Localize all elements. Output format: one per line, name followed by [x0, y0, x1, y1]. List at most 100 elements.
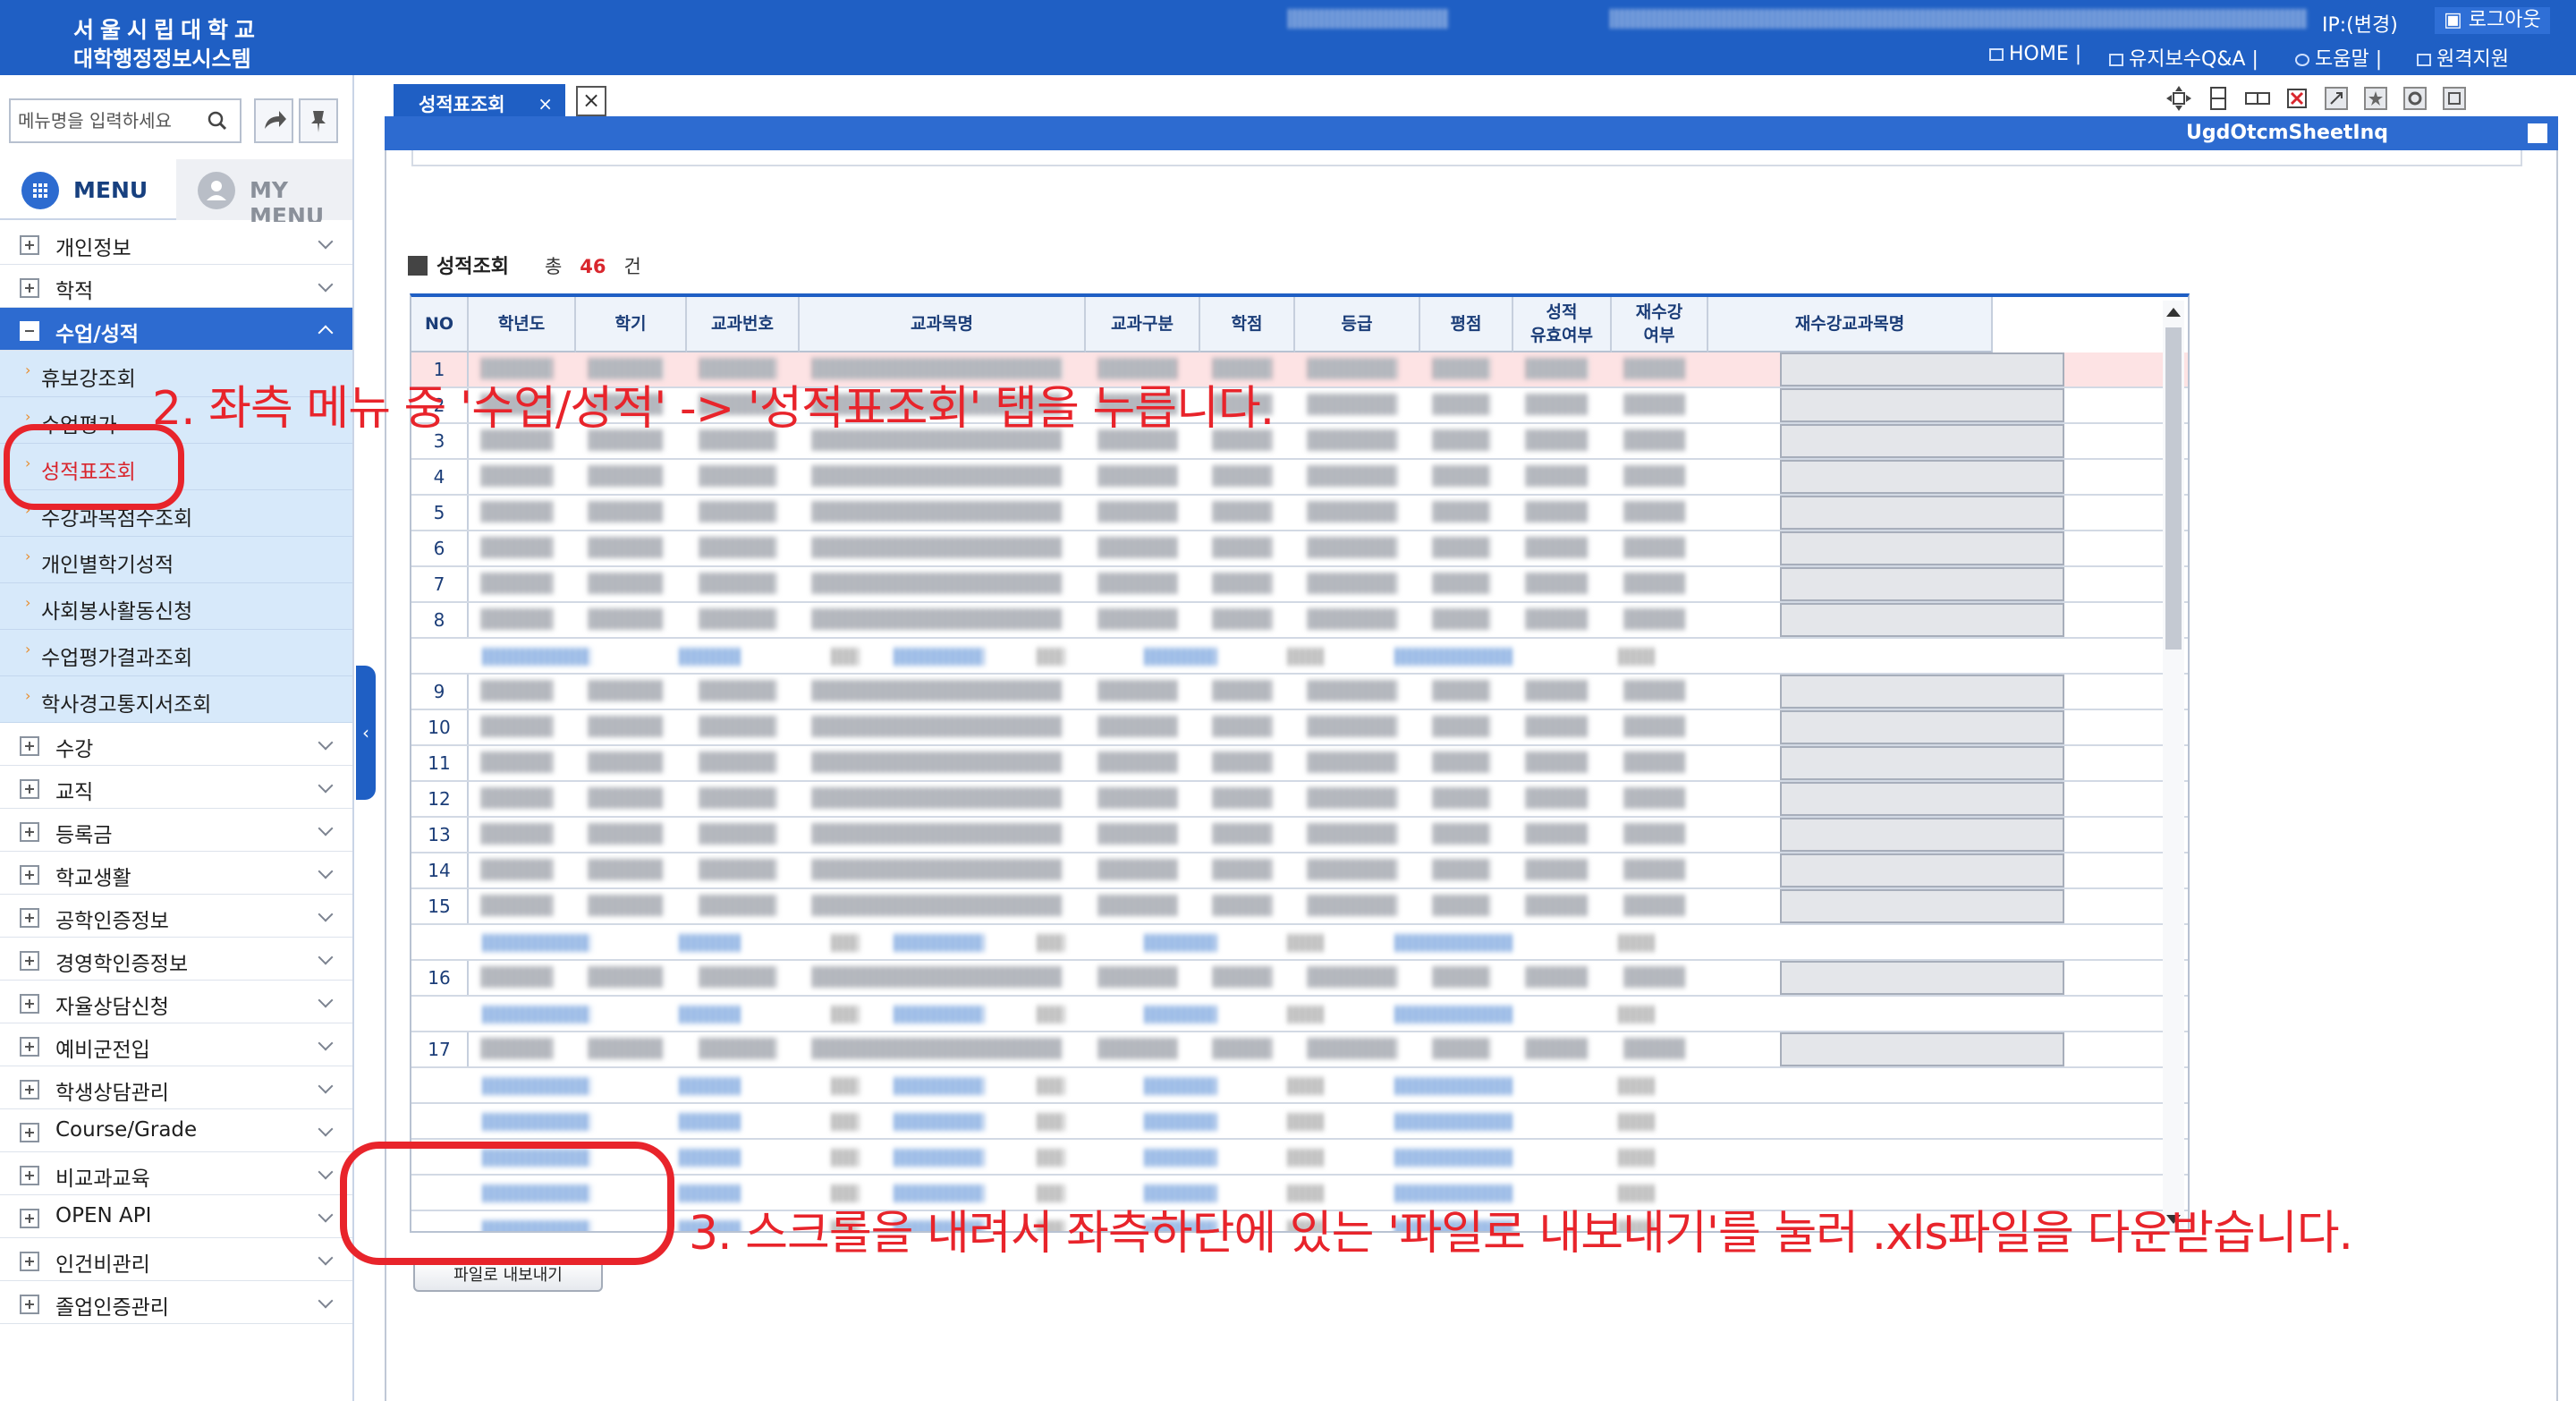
- scroll-thumb[interactable]: [2165, 327, 2182, 650]
- close-tab-icon[interactable]: ×: [538, 93, 553, 115]
- search-icon[interactable]: [208, 111, 227, 131]
- table-row[interactable]: 15: [411, 889, 2188, 925]
- row-number: 10: [411, 710, 469, 744]
- table-row[interactable]: 12: [411, 782, 2188, 818]
- redacted-summary: [1145, 1149, 1216, 1167]
- count-suffix: 건: [623, 256, 641, 277]
- column-header[interactable]: 교과목명: [800, 297, 1086, 352]
- column-header[interactable]: 학년도: [469, 297, 576, 352]
- logout-button[interactable]: ▣ 로그아웃: [2435, 7, 2550, 34]
- sidebar-collapse-handle[interactable]: ‹: [356, 666, 376, 800]
- sidebar-item[interactable]: 학생상담관리: [0, 1066, 352, 1109]
- sidebar-item[interactable]: 공학인증정보: [0, 895, 352, 938]
- table-row[interactable]: 7: [411, 567, 2188, 603]
- column-header[interactable]: 교과구분: [1086, 297, 1200, 352]
- column-header[interactable]: 교과번호: [687, 297, 800, 352]
- split-horizontal-icon[interactable]: [2243, 84, 2272, 113]
- popup-window-icon[interactable]: [2528, 123, 2547, 143]
- sidebar-item[interactable]: 학교생활: [0, 852, 352, 895]
- window-icon[interactable]: [2440, 84, 2469, 113]
- qna-link[interactable]: 유지보수Q&A |: [2109, 43, 2258, 72]
- redacted-cell: [699, 501, 776, 522]
- grid-scrollbar[interactable]: [2163, 301, 2184, 1231]
- column-header[interactable]: 성적 유효여부: [1513, 297, 1612, 352]
- close-all-tabs-button[interactable]: ×: [576, 86, 606, 116]
- tab-grade-sheet[interactable]: 성적표조회 ×: [394, 84, 565, 120]
- tab-menu[interactable]: MENU: [0, 159, 176, 220]
- column-header[interactable]: 학점: [1200, 297, 1295, 352]
- submenu-item[interactable]: › 개인별학기성적: [0, 537, 352, 583]
- submenu-item[interactable]: › 수업평가결과조회: [0, 630, 352, 676]
- submenu-item[interactable]: › 사회봉사활동신청: [0, 583, 352, 630]
- share-button[interactable]: [254, 98, 293, 143]
- table-row[interactable]: 13: [411, 818, 2188, 853]
- table-row[interactable]: 5: [411, 496, 2188, 531]
- sidebar-item-label: 자율상담신청: [55, 996, 169, 1019]
- redacted-cell: [589, 537, 664, 558]
- sidebar-item[interactable]: 자율상담신청: [0, 981, 352, 1023]
- submenu-item-label: 개인별학기성적: [41, 554, 174, 577]
- redacted-cell: [699, 787, 776, 809]
- column-header[interactable]: 학기: [576, 297, 687, 352]
- column-header[interactable]: NO: [411, 297, 469, 352]
- submenu-item[interactable]: › 학사경고통지서조회: [0, 676, 352, 723]
- remote-support-link[interactable]: 원격지원: [2417, 43, 2509, 72]
- table-row[interactable]: 16: [411, 961, 2188, 997]
- table-row[interactable]: 17: [411, 1032, 2188, 1068]
- lock-icon: ▣: [2444, 9, 2469, 31]
- pin-button[interactable]: [299, 98, 338, 143]
- sidebar-item[interactable]: 인건비관리: [0, 1238, 352, 1281]
- sidebar-item[interactable]: OPEN API: [0, 1195, 352, 1238]
- sidebar-item[interactable]: 학적: [0, 265, 352, 308]
- menu-tabs: MENU MY MENU: [0, 159, 352, 229]
- sidebar-item[interactable]: 개인정보: [0, 222, 352, 265]
- move-icon[interactable]: [2165, 84, 2193, 113]
- table-row[interactable]: 14: [411, 853, 2188, 889]
- sidebar-item[interactable]: Course/Grade: [0, 1109, 352, 1152]
- refresh-icon[interactable]: [2401, 84, 2429, 113]
- table-row[interactable]: 9: [411, 675, 2188, 710]
- redacted-summary: [832, 934, 859, 952]
- sidebar-item[interactable]: 예비군전입: [0, 1023, 352, 1066]
- sidebar-item[interactable]: 비교과교육: [0, 1152, 352, 1195]
- tab-my-menu[interactable]: MY MENU: [176, 159, 352, 229]
- redacted-summary: [1038, 1006, 1064, 1023]
- star-icon[interactable]: [2361, 84, 2390, 113]
- sidebar-item-label: 인건비관리: [55, 1253, 150, 1277]
- table-row[interactable]: 10: [411, 710, 2188, 746]
- sidebar-item[interactable]: 수강: [0, 723, 352, 766]
- redacted-cell: [481, 823, 553, 845]
- sidebar-item[interactable]: 수업/성적: [0, 308, 352, 351]
- sidebar-item[interactable]: 경영학인증정보: [0, 938, 352, 981]
- sidebar-item[interactable]: 졸업인증관리: [0, 1281, 352, 1324]
- maximize-icon[interactable]: [2322, 84, 2351, 113]
- table-row[interactable]: 8: [411, 603, 2188, 639]
- redacted-cell: [812, 716, 1063, 737]
- logo-subtitle[interactable]: 대학행정정보시스템: [73, 41, 251, 72]
- redacted-cell: [1526, 465, 1589, 487]
- sidebar-item[interactable]: 등록금: [0, 809, 352, 852]
- table-row[interactable]: 4: [411, 460, 2188, 496]
- table-row[interactable]: 6: [411, 531, 2188, 567]
- split-vertical-icon[interactable]: [2204, 84, 2233, 113]
- plus-icon: [20, 994, 39, 1014]
- column-header[interactable]: 재수강 여부: [1612, 297, 1708, 352]
- column-header[interactable]: 재수강교과목명: [1708, 297, 1993, 352]
- plus-icon: [20, 865, 39, 885]
- help-link[interactable]: 도움말 |: [2295, 43, 2382, 72]
- column-header[interactable]: 평점: [1420, 297, 1513, 352]
- menu-search-input[interactable]: [18, 107, 193, 134]
- redacted-summary: [1145, 1113, 1216, 1131]
- home-link[interactable]: HOME |: [1989, 43, 2081, 65]
- scroll-up-icon[interactable]: [2166, 308, 2181, 317]
- sidebar-item[interactable]: 교직: [0, 766, 352, 809]
- redacted-cell: [1308, 895, 1397, 916]
- redacted-cell: [1098, 966, 1177, 988]
- redacted-cell: [589, 465, 664, 487]
- close-window-icon[interactable]: [2283, 84, 2311, 113]
- column-header[interactable]: 등급: [1295, 297, 1420, 352]
- logo-title[interactable]: 서울시립대학교: [73, 13, 261, 45]
- table-row[interactable]: 11: [411, 746, 2188, 782]
- plus-icon: [20, 951, 39, 971]
- redacted-summary: [1395, 1006, 1512, 1023]
